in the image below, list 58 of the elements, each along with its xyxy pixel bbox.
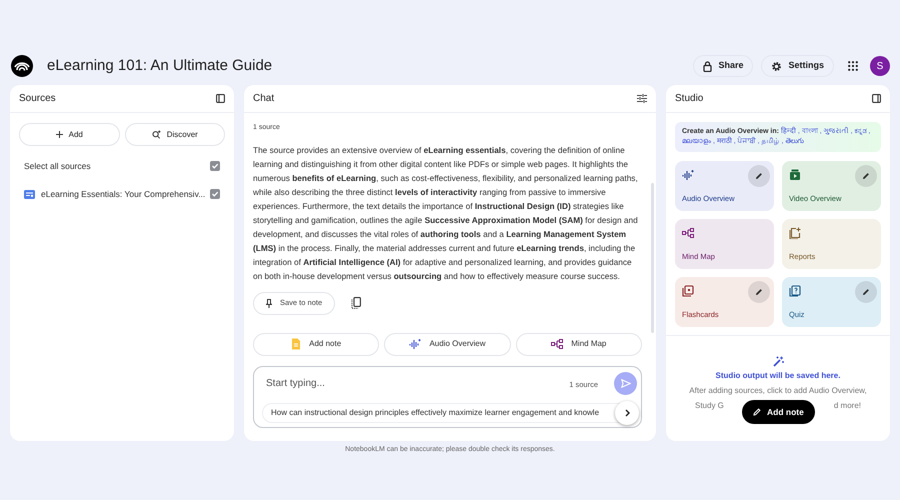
report-icon [789, 227, 801, 239]
select-all-label: Select all sources [24, 160, 91, 172]
collapse-panel-icon[interactable] [872, 94, 881, 103]
add-source-button[interactable]: Add [19, 123, 120, 146]
pencil-icon [755, 172, 763, 180]
output-title: Studio output will be saved here. [716, 370, 840, 382]
discover-button[interactable]: Discover [124, 123, 225, 146]
edit-button[interactable] [748, 165, 770, 187]
notebook-logo-icon[interactable] [11, 55, 33, 77]
lock-icon [703, 60, 712, 72]
plus-icon [56, 131, 63, 138]
pencil-icon [755, 288, 763, 296]
settings-icon [771, 60, 782, 72]
select-all-checkbox[interactable] [210, 161, 220, 171]
document-icon [24, 190, 35, 198]
output-description: d more! [834, 400, 861, 412]
panel-title: Studio [675, 92, 704, 106]
tune-icon[interactable] [637, 94, 647, 103]
pencil-icon [862, 288, 870, 296]
note-icon [291, 338, 302, 350]
pencil-icon [862, 172, 870, 180]
source-item[interactable]: eLearning Essentials: Your Comprehensiv... [41, 188, 210, 200]
source-checkbox[interactable] [210, 189, 220, 199]
send-icon [620, 378, 630, 388]
edit-button[interactable] [855, 165, 877, 187]
copy-icon[interactable] [351, 297, 362, 309]
action-button[interactable]: Add note [253, 332, 380, 356]
sound-wave-icon [409, 338, 422, 350]
chevron-right-icon [624, 408, 630, 416]
video-icon [789, 169, 801, 181]
mind-map-icon [682, 227, 694, 239]
action-button[interactable]: Audio Overview [384, 332, 511, 356]
output-description: After adding sources, click to add Audio Overview, [689, 385, 867, 397]
edit-button[interactable] [855, 281, 877, 303]
search-sparkle-icon [152, 130, 161, 139]
pencil-icon [753, 408, 761, 416]
action-button[interactable]: Mind Map [516, 332, 642, 356]
magic-wand-icon [772, 356, 784, 367]
pin-icon [266, 298, 272, 308]
collapse-panel-icon[interactable] [216, 94, 225, 103]
edit-button[interactable] [748, 281, 770, 303]
quiz-icon [789, 285, 801, 297]
sound-wave-icon [682, 169, 694, 181]
mind-map-icon [551, 339, 564, 349]
output-description: Study G [695, 400, 724, 412]
panel-title: Sources [19, 92, 56, 106]
flashcards-icon [682, 285, 694, 297]
next-suggestion-button[interactable] [615, 400, 639, 424]
panel-title: Chat [253, 92, 274, 106]
scrollbar-thumb[interactable] [651, 183, 654, 333]
share-button[interactable]: Share [693, 55, 754, 77]
summary-paragraph: The source provides an extensive overview of eLearning essentials, covering the definition of online learning and distinguishing it from other digital content like PDFs or simple web pages. It highlights the numerous benefits of eLearning, such as cost-effectiveness, flexibility, and personalized learning paths, while also describing the three distinct levels of interactivity ranging from passive to immersive experiences. Furthermore, the text details the importance of Instructional Design (ID) strategies like storytelling and gamification, outlines the agile Successive Approximation Model (SAM) for design and development, and discusses the vital roles of authoring tools and a Learning Management System (LMS) in the process. Finally, the material addresses current and future eLearning trends, including the integration of Artificial Intelligence (AI) for adaptive and personalized learning, and provides guidance on both in-house development versus outsourcing and how to effectively measure course success. [253, 144, 639, 282]
add-note-button[interactable]: Add note [742, 400, 815, 424]
notebook-title: eLearning 101: An Ultimate Guide [47, 56, 272, 76]
apps-grid-icon[interactable] [848, 61, 858, 71]
settings-button[interactable]: Settings [761, 55, 834, 77]
chat-input-field[interactable]: Start typing... [266, 376, 546, 392]
user-avatar[interactable]: S [870, 56, 890, 76]
